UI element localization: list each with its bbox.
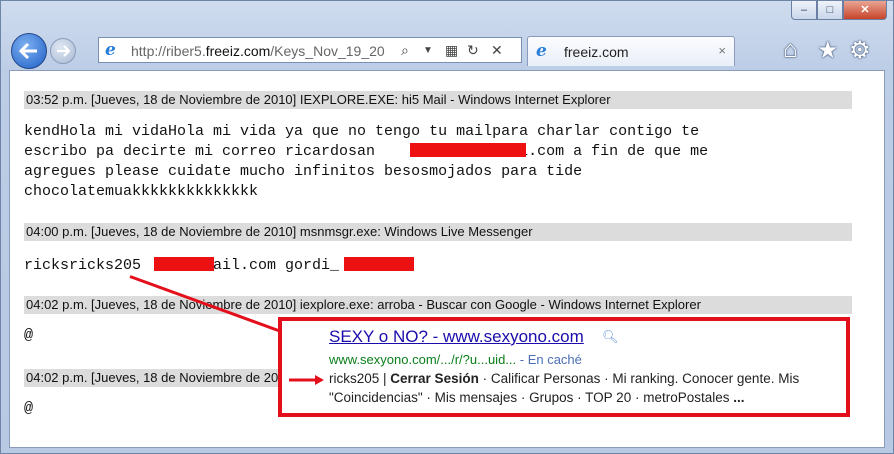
log-entry-header: 04:02 p.m. [Jueves, 18 de Noviembre de 2… [24,369,278,387]
ie-logo-icon: e [105,40,116,60]
result-snippet-line2: "Coincidencias" · Mis mensajes · Grupos … [329,390,745,405]
refresh-icon[interactable]: ↻ [467,42,479,59]
stop-icon[interactable]: ✕ [491,42,503,59]
page-content: 03:52 p.m. [Jueves, 18 de Noviembre de 2… [9,70,885,448]
gear-icon[interactable]: ⚙ [849,36,871,65]
log-entry-header: 03:52 p.m. [Jueves, 18 de Noviembre de 2… [24,91,852,109]
browser-window: – □ ✕ e http://riber5.freeiz.com/Keys_No… [0,0,894,454]
tab-freeiz[interactable]: e freeiz.com × [527,36,735,66]
result-url: www.sexyono.com/.../r/?u...uid... - En c… [329,352,582,367]
maximize-button[interactable]: □ [817,1,843,20]
search-icon[interactable]: ⌕ [401,42,409,59]
address-bar[interactable]: e http://riber5.freeiz.com/Keys_Nov_19_2… [98,37,522,63]
caption-buttons: – □ ✕ [791,1,887,20]
ie-tab-icon: e [536,41,547,61]
log-entry-header: 04:02 p.m. [Jueves, 18 de Noviembre de 2… [24,296,852,314]
redaction-bar [344,257,414,271]
annotation-arrow-icon [289,375,324,385]
forward-arrow-icon[interactable] [50,38,76,64]
minimize-button[interactable]: – [791,1,817,20]
log-entry-header: 04:00 p.m. [Jueves, 18 de Noviembre de 2… [24,223,852,241]
redaction-bar [154,257,214,271]
navigation-bar: e http://riber5.freeiz.com/Keys_Nov_19_2… [9,32,887,70]
compatibility-view-icon[interactable]: ▦ [445,42,458,59]
tab-title: freeiz.com [564,44,629,60]
log-entry-text: @ [24,327,34,344]
back-arrow-icon[interactable] [11,33,47,69]
log-entry-text: @ [24,400,34,417]
close-button[interactable]: ✕ [843,1,887,20]
address-url[interactable]: http://riber5.freeiz.com/Keys_Nov_19_20 [131,43,421,59]
result-title-link[interactable]: SEXY o NO? - www.sexyono.com [329,327,584,347]
log-entry-text: kendHola mi vidaHola mi vida ya que no t… [24,123,709,200]
redaction-bar [410,143,526,157]
result-snippet-line1: ricks205 | Cerrar Sesión · Calificar Per… [329,371,800,386]
search-result-callout: SEXY o NO? - www.sexyono.com 🔍︎ www.sexy… [278,317,850,417]
magnifier-icon[interactable]: 🔍︎ [602,329,619,345]
home-icon[interactable]: ⌂ [783,36,798,64]
star-icon[interactable]: ★ [817,36,839,65]
tab-close-icon[interactable]: × [718,43,726,58]
cache-link[interactable]: - En caché [516,352,582,367]
chevron-down-icon[interactable]: ▼ [423,45,433,56]
